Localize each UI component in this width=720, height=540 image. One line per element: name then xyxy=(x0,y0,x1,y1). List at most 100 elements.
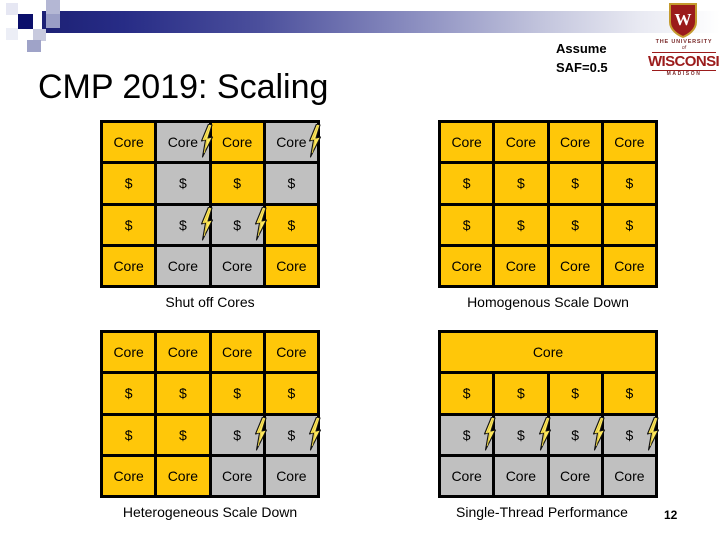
grid-cell-cache-inactive: $ xyxy=(441,415,497,454)
diagram-grid-heterogeneous-scale-down: Core Core Core Core $ $ $ $ $ $ $ $ Core Core Core Core xyxy=(100,330,322,498)
grid-cell-label: $ xyxy=(516,175,525,192)
page-number: 12 xyxy=(664,508,678,522)
grid-cell-cache-active: $ xyxy=(211,164,263,203)
assume-note-line-1: Assume xyxy=(556,41,607,56)
caption-heterogeneous-scale-down: Heterogeneous Scale Down xyxy=(122,504,298,520)
grid-cell-core-active: Core xyxy=(157,333,209,372)
assume-note-line-2: SAF=0.5 xyxy=(556,59,608,75)
wordmark-of: of xyxy=(681,44,687,51)
grid-cell-core-active: Core xyxy=(265,333,317,372)
grid-cell-cache-inactive: $ xyxy=(211,205,267,244)
grid-cell-cache-inactive: $ xyxy=(549,415,605,454)
grid-cell-label: $ xyxy=(287,385,296,402)
grid-cell-core-inactive: Core xyxy=(495,456,547,495)
grid-cell-label: Core xyxy=(113,344,144,361)
grid-cell-label: Core xyxy=(451,257,482,274)
grid-cell-core-active: Core xyxy=(103,123,155,162)
grid-cell-core-active: Core xyxy=(103,456,155,495)
grid-cell-label: Core xyxy=(451,134,482,151)
wordmark-madison: MADISON xyxy=(666,71,702,78)
grid-cell-label: $ xyxy=(124,385,133,402)
lightning-bolt-icon xyxy=(308,416,322,451)
grid-cell-label: $ xyxy=(178,175,187,192)
grid-cell-cache-inactive: $ xyxy=(211,415,267,454)
grid-cell-label: Core xyxy=(559,467,591,484)
grid-cell-core-inactive: Core xyxy=(549,456,601,495)
grid-cell-label: Core xyxy=(614,257,645,274)
grid-cell-label: $ xyxy=(287,216,296,233)
header-gradient-bar xyxy=(42,11,720,33)
caption-single-thread-performance: Single-Thread Performance xyxy=(456,504,628,520)
header-motif-square xyxy=(33,0,46,11)
grid-cell-cache-active: $ xyxy=(549,205,601,244)
grid-cell-label: $ xyxy=(124,426,133,443)
grid-cell-cache-active: $ xyxy=(441,205,493,244)
grid-cell-core-active: Core xyxy=(103,246,155,285)
diagram-grid-single-thread-performance: Core $ $ $ $ $ $ $ $ Core Core Core Core xyxy=(438,330,660,498)
grid-cell-core-active: Core xyxy=(495,123,547,162)
grid-cell-label: $ xyxy=(233,175,242,192)
grid-cell-core-active: Core xyxy=(441,333,655,372)
grid-cell-cache-inactive: $ xyxy=(157,164,209,203)
grid-cell-label: Core xyxy=(221,257,253,274)
header-motif-square xyxy=(18,14,33,29)
grid-cell-core-inactive: Core xyxy=(157,123,213,162)
grid-cell-label: Core xyxy=(113,257,144,274)
grid-cell-label: $ xyxy=(233,216,242,233)
grid-cell-core-active: Core xyxy=(549,246,601,285)
grid-cell-label: $ xyxy=(571,216,580,233)
grid-cell-label: $ xyxy=(178,385,187,402)
grid-cell-core-active: Core xyxy=(265,246,317,285)
grid-cell-cache-active: $ xyxy=(441,164,493,203)
grid-cell-core-active: Core xyxy=(441,123,493,162)
grid-cell-label: Core xyxy=(276,344,307,361)
grid-cell-core-active: Core xyxy=(603,246,655,285)
assume-note: Assume SAF=0.5 xyxy=(556,40,608,78)
grid-cell-label: $ xyxy=(625,216,634,233)
grid-cell-label: $ xyxy=(516,385,525,402)
grid-cell-core-active: Core xyxy=(211,333,263,372)
header-motif-square xyxy=(46,0,60,14)
header-motif-square xyxy=(6,3,18,15)
grid-cell-cache-active: $ xyxy=(103,205,155,244)
grid-cell-label: Core xyxy=(505,257,537,274)
lightning-bolt-icon xyxy=(308,124,322,158)
grid-cell-cache-active: $ xyxy=(157,415,209,454)
lightning-bolt-icon xyxy=(646,416,660,451)
grid-cell-label: $ xyxy=(625,175,634,192)
caption-homogenous-scale-down: Homogenous Scale Down xyxy=(467,294,629,310)
grid-cell-label: Core xyxy=(276,257,307,274)
grid-cell-core-inactive: Core xyxy=(265,123,322,162)
grid-cell-cache-active: $ xyxy=(157,374,209,413)
wordmark-wisconsin: WISCONSIN xyxy=(648,52,720,70)
grid-cell-cache-active: $ xyxy=(103,164,155,203)
grid-cell-label: $ xyxy=(124,175,133,192)
grid-cell-cache-active: $ xyxy=(265,374,317,413)
grid-cell-core-active: Core xyxy=(603,123,655,162)
uw-wordmark: THE UNIVERSITY of WISCONSIN MADISON xyxy=(648,39,720,78)
grid-cell-cache-active: $ xyxy=(495,374,547,413)
grid-cell-label: Core xyxy=(167,467,199,484)
caption-shut-off-cores: Shut off Cores xyxy=(165,294,255,310)
grid-cell-label: $ xyxy=(516,216,525,233)
diagram-grid-homogenous-scale-down: Core Core Core Core $ $ $ $ $ $ $ $ Core Core Core Core xyxy=(438,120,658,288)
grid-cell-label: $ xyxy=(571,426,580,443)
grid-cell-core-inactive: Core xyxy=(441,456,493,495)
grid-cell-cache-inactive: $ xyxy=(495,415,551,454)
header-motif-square xyxy=(27,40,41,52)
grid-cell-label: $ xyxy=(625,426,634,443)
grid-cell-label: Core xyxy=(221,467,253,484)
grid-cell-label: $ xyxy=(178,426,187,443)
grid-cell-cache-active: $ xyxy=(103,374,155,413)
diagram-grid-shut-off-cores: Core Core Core Core $ $ $ $ $ $ $ $ Core Core Core Core xyxy=(100,120,322,288)
grid-cell-cache-active: $ xyxy=(549,164,601,203)
grid-cell-label: Core xyxy=(221,344,253,361)
grid-cell-label: Core xyxy=(505,467,537,484)
grid-cell-label: Core xyxy=(559,134,591,151)
grid-cell-cache-active: $ xyxy=(265,205,317,244)
grid-cell-cache-active: $ xyxy=(603,374,655,413)
grid-cell-label: $ xyxy=(462,175,471,192)
grid-cell-label: $ xyxy=(516,426,525,443)
grid-cell-cache-active: $ xyxy=(441,374,493,413)
grid-cell-cache-active: $ xyxy=(603,205,655,244)
